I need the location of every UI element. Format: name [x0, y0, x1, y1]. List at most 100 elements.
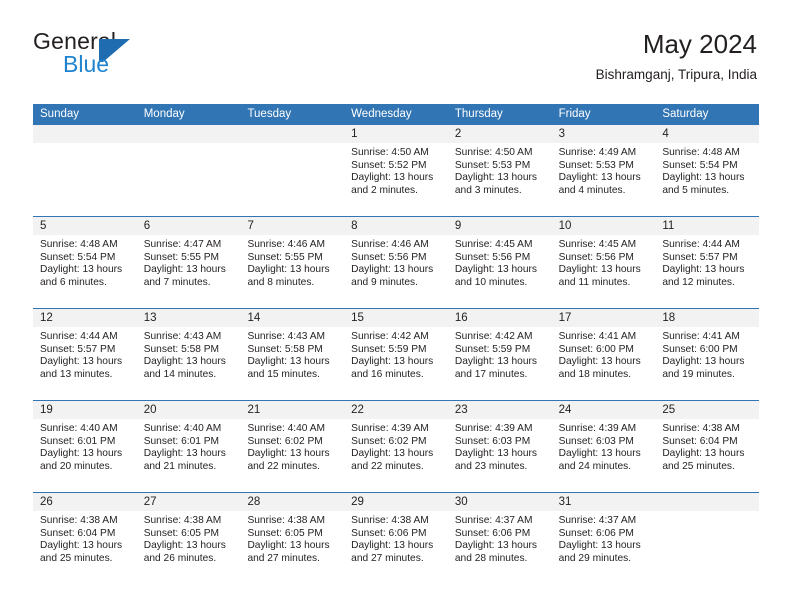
- day-cell[interactable]: 14 Sunrise: 4:43 AM Sunset: 5:58 PM Dayl…: [240, 309, 345, 400]
- day-cell[interactable]: 2 Sunrise: 4:50 AM Sunset: 5:53 PM Dayli…: [447, 125, 552, 216]
- day-cell[interactable]: 23 Sunrise: 4:39 AM Sunset: 6:03 PM Dayl…: [447, 401, 552, 492]
- day-details: Sunrise: 4:49 AM Sunset: 5:53 PM Dayligh…: [552, 143, 656, 197]
- day-details: Sunrise: 4:43 AM Sunset: 5:58 PM Dayligh…: [137, 327, 241, 381]
- day-cell[interactable]: 1 Sunrise: 4:50 AM Sunset: 5:52 PM Dayli…: [344, 125, 448, 216]
- day-details: Sunrise: 4:40 AM Sunset: 6:02 PM Dayligh…: [240, 419, 344, 473]
- sunset-text: Sunset: 5:59 PM: [351, 343, 427, 355]
- daylight-text-line2: and 6 minutes.: [40, 276, 107, 288]
- sunrise-text: Sunrise: 4:45 AM: [454, 239, 533, 250]
- daylight-text-line2: and 10 minutes.: [454, 276, 528, 288]
- day-number: 12: [33, 309, 137, 327]
- daylight-text-line2: and 8 minutes.: [247, 276, 315, 288]
- sunset-text: Sunset: 6:03 PM: [454, 435, 531, 447]
- day-number: 14: [240, 309, 345, 327]
- day-cell[interactable]: 21 Sunrise: 4:40 AM Sunset: 6:02 PM Dayl…: [240, 401, 345, 492]
- day-cell[interactable]: 26 Sunrise: 4:38 AM Sunset: 6:04 PM Dayl…: [33, 493, 137, 584]
- weekday-header-sunday: Sunday: [40, 108, 80, 120]
- daylight-text-line1: Daylight: 13 hours: [558, 448, 641, 460]
- day-cell[interactable]: 8 Sunrise: 4:46 AM Sunset: 5:56 PM Dayli…: [344, 217, 448, 308]
- sunset-text: Sunset: 5:55 PM: [247, 251, 323, 263]
- day-details: Sunrise: 4:45 AM Sunset: 5:56 PM Dayligh…: [448, 235, 552, 289]
- daylight-text-line2: and 7 minutes.: [143, 276, 211, 288]
- sunset-text: Sunset: 6:01 PM: [40, 435, 116, 447]
- day-cell[interactable]: 16 Sunrise: 4:42 AM Sunset: 5:59 PM Dayl…: [447, 309, 552, 400]
- daylight-text-line1: Daylight: 13 hours: [247, 356, 330, 368]
- week-row: 26 Sunrise: 4:38 AM Sunset: 6:04 PM Dayl…: [33, 492, 760, 584]
- day-cell[interactable]: 12 Sunrise: 4:44 AM Sunset: 5:57 PM Dayl…: [33, 309, 137, 400]
- day-cell[interactable]: 7 Sunrise: 4:46 AM Sunset: 5:55 PM Dayli…: [240, 217, 345, 308]
- day-cell[interactable]: 19 Sunrise: 4:40 AM Sunset: 6:01 PM Dayl…: [33, 401, 137, 492]
- day-number: [240, 125, 345, 143]
- day-number: [33, 125, 137, 143]
- day-cell[interactable]: 17 Sunrise: 4:41 AM Sunset: 6:00 PM Dayl…: [551, 309, 656, 400]
- day-details: Sunrise: 4:38 AM Sunset: 6:05 PM Dayligh…: [240, 511, 344, 565]
- daylight-text-line2: and 27 minutes.: [247, 552, 320, 564]
- day-cell[interactable]: 20 Sunrise: 4:40 AM Sunset: 6:01 PM Dayl…: [136, 401, 241, 492]
- weekday-header-tuesday: Tuesday: [247, 108, 292, 120]
- day-cell[interactable]: [33, 125, 137, 216]
- day-cell[interactable]: [136, 125, 241, 216]
- day-cell[interactable]: 10 Sunrise: 4:45 AM Sunset: 5:56 PM Dayl…: [551, 217, 656, 308]
- daylight-text-line1: Daylight: 13 hours: [247, 540, 330, 552]
- daylight-text-line2: and 20 minutes.: [40, 460, 113, 472]
- day-number: 17: [551, 309, 656, 327]
- day-cell[interactable]: 29 Sunrise: 4:38 AM Sunset: 6:06 PM Dayl…: [344, 493, 448, 584]
- day-cell[interactable]: 15 Sunrise: 4:42 AM Sunset: 5:59 PM Dayl…: [344, 309, 448, 400]
- day-details: Sunrise: 4:38 AM Sunset: 6:04 PM Dayligh…: [33, 511, 137, 565]
- calendar-grid: Sunday Monday Tuesday Wednesday Thursday…: [33, 104, 760, 584]
- day-cell[interactable]: 28 Sunrise: 4:38 AM Sunset: 6:05 PM Dayl…: [240, 493, 345, 584]
- day-number: 7: [240, 217, 345, 235]
- sunset-text: Sunset: 5:56 PM: [351, 251, 427, 263]
- day-cell[interactable]: 30 Sunrise: 4:37 AM Sunset: 6:06 PM Dayl…: [447, 493, 552, 584]
- week-row: 19 Sunrise: 4:40 AM Sunset: 6:01 PM Dayl…: [33, 400, 760, 492]
- weekday-header-monday: Monday: [143, 108, 185, 120]
- day-cell[interactable]: 31 Sunrise: 4:37 AM Sunset: 6:06 PM Dayl…: [551, 493, 656, 584]
- daylight-text-line1: Daylight: 13 hours: [143, 448, 226, 460]
- daylight-text-line1: Daylight: 13 hours: [662, 448, 745, 460]
- sunrise-text: Sunrise: 4:48 AM: [662, 147, 740, 158]
- sunrise-text: Sunrise: 4:49 AM: [558, 147, 637, 158]
- daylight-text-line2: and 15 minutes.: [247, 368, 320, 380]
- sunrise-text: Sunrise: 4:45 AM: [558, 239, 637, 250]
- day-number: 8: [344, 217, 448, 235]
- day-cell[interactable]: 13 Sunrise: 4:43 AM Sunset: 5:58 PM Dayl…: [136, 309, 241, 400]
- daylight-text-line1: Daylight: 13 hours: [351, 264, 434, 276]
- day-number: [655, 493, 760, 511]
- daylight-text-line2: and 22 minutes.: [247, 460, 320, 472]
- day-cell[interactable]: 18 Sunrise: 4:41 AM Sunset: 6:00 PM Dayl…: [655, 309, 760, 400]
- sunrise-text: Sunrise: 4:39 AM: [454, 423, 533, 434]
- sunset-text: Sunset: 6:01 PM: [143, 435, 220, 447]
- day-cell[interactable]: 6 Sunrise: 4:47 AM Sunset: 5:55 PM Dayli…: [136, 217, 241, 308]
- sunrise-text: Sunrise: 4:46 AM: [247, 239, 326, 250]
- day-details: [655, 511, 759, 515]
- sunrise-text: Sunrise: 4:40 AM: [40, 423, 118, 434]
- day-cell[interactable]: 27 Sunrise: 4:38 AM Sunset: 6:05 PM Dayl…: [136, 493, 241, 584]
- day-cell[interactable]: 3 Sunrise: 4:49 AM Sunset: 5:53 PM Dayli…: [551, 125, 656, 216]
- day-cell[interactable]: 25 Sunrise: 4:38 AM Sunset: 6:04 PM Dayl…: [655, 401, 760, 492]
- day-cell[interactable]: 11 Sunrise: 4:44 AM Sunset: 5:57 PM Dayl…: [655, 217, 760, 308]
- daylight-text-line1: Daylight: 13 hours: [454, 264, 537, 276]
- sunrise-text: Sunrise: 4:44 AM: [662, 239, 740, 250]
- day-cell[interactable]: 4 Sunrise: 4:48 AM Sunset: 5:54 PM Dayli…: [655, 125, 760, 216]
- sunrise-text: Sunrise: 4:39 AM: [351, 423, 429, 434]
- daylight-text-line2: and 2 minutes.: [351, 184, 418, 196]
- day-cell[interactable]: [240, 125, 345, 216]
- day-details: Sunrise: 4:39 AM Sunset: 6:03 PM Dayligh…: [552, 419, 656, 473]
- day-cell[interactable]: 24 Sunrise: 4:39 AM Sunset: 6:03 PM Dayl…: [551, 401, 656, 492]
- sunset-text: Sunset: 5:54 PM: [40, 251, 116, 263]
- brand-logo[interactable]: General Blue: [33, 28, 293, 88]
- day-number: 13: [136, 309, 241, 327]
- day-number: 9: [447, 217, 552, 235]
- day-number: 2: [447, 125, 552, 143]
- sunset-text: Sunset: 5:53 PM: [454, 159, 531, 171]
- daylight-text-line1: Daylight: 13 hours: [143, 356, 226, 368]
- sunset-text: Sunset: 6:03 PM: [558, 435, 634, 447]
- day-cell[interactable]: 22 Sunrise: 4:39 AM Sunset: 6:02 PM Dayl…: [344, 401, 448, 492]
- sunset-text: Sunset: 5:53 PM: [558, 159, 634, 171]
- day-cell[interactable]: [655, 493, 760, 584]
- daylight-text-line2: and 17 minutes.: [454, 368, 528, 380]
- sunset-text: Sunset: 6:06 PM: [351, 527, 427, 539]
- daylight-text-line2: and 25 minutes.: [40, 552, 113, 564]
- day-cell[interactable]: 5 Sunrise: 4:48 AM Sunset: 5:54 PM Dayli…: [33, 217, 137, 308]
- day-cell[interactable]: 9 Sunrise: 4:45 AM Sunset: 5:56 PM Dayli…: [447, 217, 552, 308]
